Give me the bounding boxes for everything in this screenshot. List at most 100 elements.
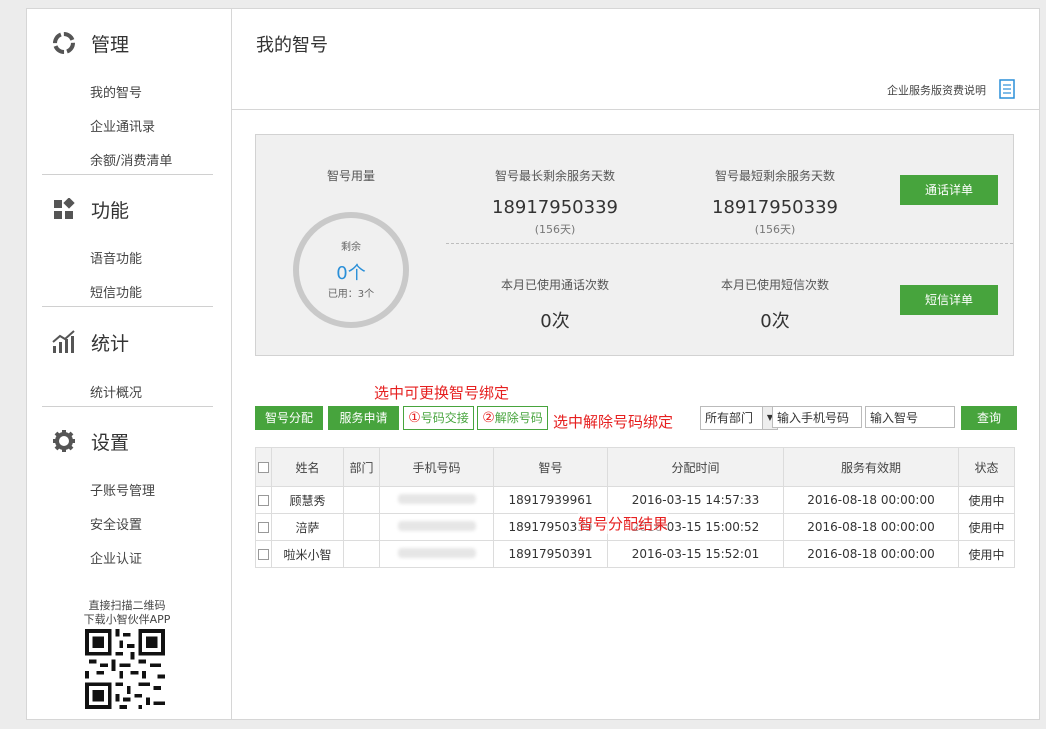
call-detail-button[interactable]: 通话详单	[900, 175, 998, 205]
sidebar-section-title: 统计	[91, 332, 130, 355]
stats-divider	[446, 243, 1013, 244]
service-apply-button[interactable]: 服务申请	[328, 406, 399, 430]
col-header-phone: 手机号码	[379, 447, 494, 487]
cell-expiry: 2016-08-18 00:00:00	[783, 540, 959, 568]
shortest-days: (156天)	[754, 223, 796, 236]
longest-days: (156天)	[534, 223, 576, 236]
redacted-phone	[397, 521, 476, 531]
sidebar-section-statistics: 统计	[51, 326, 129, 358]
sidebar-item-sms[interactable]: 短信功能	[90, 282, 142, 301]
result-note: 智号分配结果	[578, 513, 669, 534]
document-icon[interactable]	[999, 79, 1015, 99]
cell-phone-redacted	[379, 540, 494, 568]
remaining-label: 剩余	[341, 242, 361, 253]
sidebar-item-stats-overview[interactable]: 统计概况	[90, 382, 142, 401]
shortest-days-label: 智号最短剩余服务天数	[714, 169, 835, 183]
pricing-link[interactable]: 企业服务版资费说明	[887, 82, 986, 98]
table-row[interactable]: 顾慧秀 18917939961 2016-03-15 14:57:33 2016…	[255, 486, 1015, 514]
page-title: 我的智号	[256, 35, 328, 56]
cell-assign-time: 2016-03-15 15:52:01	[607, 540, 784, 568]
cell-dept	[343, 540, 380, 568]
sidebar-item-security[interactable]: 安全设置	[90, 514, 142, 533]
sms-used-label: 本月已使用短信次数	[720, 278, 829, 292]
sidebar-section-title: 设置	[91, 431, 130, 454]
sms-used-value: 0次	[760, 311, 790, 332]
cell-zhihao: 18917939961	[493, 486, 608, 514]
phone-search-input[interactable]	[772, 406, 862, 428]
app-frame: 管理 我的智号 企业通讯录 余额/消费清单 功能 语音功能 短信功能 统计 统计…	[26, 8, 1040, 720]
sidebar-section-title: 管理	[91, 33, 130, 56]
select-all-cell[interactable]	[255, 447, 272, 487]
sidebar-item-balance[interactable]: 余额/消费清单	[90, 150, 172, 169]
remaining-value: 0个	[336, 263, 366, 284]
cell-name: 顾慧秀	[271, 486, 344, 514]
col-header-name: 姓名	[271, 447, 344, 487]
row-checkbox[interactable]	[258, 549, 269, 560]
calls-used-label: 本月已使用通话次数	[500, 278, 609, 292]
col-header-assign-time: 分配时间	[607, 447, 784, 487]
longest-days-label: 智号最长剩余服务天数	[494, 169, 615, 183]
sidebar-item-contacts[interactable]: 企业通讯录	[90, 116, 155, 135]
sidebar-section-manage: 管理	[51, 27, 129, 59]
unbind-number-button[interactable]: ②解除号码	[477, 406, 548, 430]
col-header-expiry: 服务有效期	[783, 447, 959, 487]
qr-caption-scan: 直接扫描二维码	[88, 599, 166, 612]
col-header-status: 状态	[958, 447, 1015, 487]
col-header-dept: 部门	[343, 447, 380, 487]
function-grid-icon	[51, 196, 77, 222]
sidebar-item-voice[interactable]: 语音功能	[90, 248, 142, 267]
cell-phone-redacted	[379, 513, 494, 541]
stats-panel: 智号用量 剩余 0个 已用：3个 智号最长剩余服务天数 18917950339 …	[255, 134, 1014, 356]
sidebar-divider	[42, 306, 213, 307]
cell-expiry: 2016-08-18 00:00:00	[783, 513, 959, 541]
sms-detail-button[interactable]: 短信详单	[900, 285, 998, 315]
sidebar-section-title: 功能	[91, 199, 130, 222]
zhihao-search-input[interactable]	[865, 406, 955, 428]
header-divider	[232, 109, 1039, 110]
swap-note: 选中可更换智号绑定	[374, 384, 510, 402]
sidebar-divider	[42, 406, 213, 407]
department-select[interactable]: 所有部门 ▼	[700, 406, 778, 430]
cell-name: 啦米小智	[271, 540, 344, 568]
cell-dept	[343, 486, 380, 514]
cell-assign-time: 2016-03-15 14:57:33	[607, 486, 784, 514]
longest-number: 18917950339	[492, 197, 618, 218]
cell-expiry: 2016-08-18 00:00:00	[783, 486, 959, 514]
cell-phone-redacted	[379, 486, 494, 514]
sidebar: 管理 我的智号 企业通讯录 余额/消费清单 功能 语音功能 短信功能 统计 统计…	[27, 9, 232, 719]
qr-caption-download: 下载小智伙伴APP	[83, 613, 171, 626]
sidebar-item-subaccounts[interactable]: 子账号管理	[90, 480, 155, 499]
table-header-row: 姓名 部门 手机号码 智号 分配时间 服务有效期 状态	[255, 447, 1015, 487]
swap-number-button[interactable]: ①号码交接	[403, 406, 474, 430]
sidebar-section-settings: 设置	[51, 425, 129, 457]
qr-code-image	[85, 629, 165, 709]
department-select-value: 所有部门	[705, 411, 754, 425]
usage-label: 智号用量	[326, 169, 375, 183]
sidebar-section-function: 功能	[51, 193, 129, 225]
manage-icon	[51, 30, 77, 56]
unbind-note: 选中解除号码绑定	[553, 413, 674, 431]
sidebar-divider	[42, 174, 213, 175]
select-all-checkbox[interactable]	[258, 462, 269, 473]
step-2-marker: ②	[482, 410, 495, 426]
query-button[interactable]: 查询	[961, 406, 1017, 430]
row-checkbox[interactable]	[258, 495, 269, 506]
zhihao-table: 姓名 部门 手机号码 智号 分配时间 服务有效期 状态 顾慧秀 18917939…	[255, 447, 1015, 568]
used-count: 已用：3个	[327, 289, 375, 300]
assign-zhihao-button[interactable]: 智号分配	[255, 406, 323, 430]
cell-dept	[343, 513, 380, 541]
statistics-chart-icon	[51, 329, 77, 355]
cell-status: 使用中	[958, 486, 1015, 514]
cell-zhihao: 18917950391	[493, 540, 608, 568]
calls-used-value: 0次	[540, 311, 570, 332]
step-1-marker: ①	[408, 410, 421, 426]
row-checkbox[interactable]	[258, 522, 269, 533]
swap-number-label: 号码交接	[420, 411, 469, 425]
cell-status: 使用中	[958, 540, 1015, 568]
sidebar-item-my-zhihao[interactable]: 我的智号	[90, 82, 142, 101]
table-row[interactable]: 啦米小智 18917950391 2016-03-15 15:52:01 201…	[255, 540, 1015, 568]
cell-name: 涪萨	[271, 513, 344, 541]
sidebar-item-certification[interactable]: 企业认证	[90, 548, 142, 567]
cell-status: 使用中	[958, 513, 1015, 541]
redacted-phone	[397, 548, 476, 558]
